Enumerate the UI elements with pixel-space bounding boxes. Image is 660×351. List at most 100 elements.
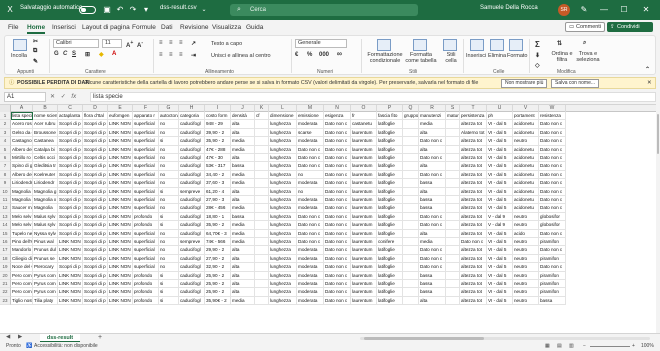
table-cell[interactable]: alta xyxy=(419,187,446,196)
table-cell[interactable] xyxy=(446,263,460,272)
table-cell[interactable]: bassa xyxy=(419,204,446,213)
table-cell[interactable]: lunghezza xyxy=(269,170,297,180)
table-cell[interactable]: profondo xyxy=(133,288,159,297)
table-cell[interactable]: laurentum xyxy=(351,204,377,213)
table-cell[interactable]: laurentum xyxy=(351,145,377,154)
table-cell[interactable]: superficial xyxy=(133,238,159,247)
table-cell[interactable]: Nyssa sylv xyxy=(33,229,58,238)
table-cell[interactable]: Prunus dul xyxy=(33,246,58,255)
delete-cells-icon[interactable] xyxy=(490,39,504,51)
table-cell[interactable] xyxy=(403,145,419,154)
header-cell[interactable]: costo form xyxy=(205,112,231,121)
table-cell[interactable] xyxy=(403,288,419,297)
table-cell[interactable]: altezza tot xyxy=(460,187,487,196)
table-cell[interactable]: no xyxy=(159,154,179,163)
table-cell[interactable]: Alaterno tot xyxy=(460,128,487,138)
table-cell[interactable]: caducifogl xyxy=(179,204,205,213)
table-cell[interactable]: laurentum xyxy=(351,196,377,205)
table-cell[interactable]: moderata xyxy=(297,179,324,188)
table-cell[interactable]: latifoglie xyxy=(377,128,403,138)
table-cell[interactable]: alta xyxy=(419,296,446,306)
table-cell[interactable]: no xyxy=(159,204,179,213)
column-header[interactable]: U xyxy=(487,105,513,112)
table-cell[interactable]: Scopri di p xyxy=(58,187,83,196)
table-cell[interactable]: no xyxy=(297,170,324,180)
infobar-close-icon[interactable]: ✕ xyxy=(647,78,651,88)
table-cell[interactable]: LINK NON xyxy=(58,296,83,306)
table-cell[interactable]: piramifon xyxy=(539,238,566,247)
row-header[interactable]: 5 xyxy=(0,145,11,154)
table-cell[interactable]: profondo xyxy=(133,296,159,306)
ribbon-collapse-icon[interactable]: ⌃ xyxy=(645,66,650,73)
table-cell[interactable]: Dato non c xyxy=(324,254,351,264)
header-cell[interactable]: maturità xyxy=(446,112,460,121)
table-cell[interactable] xyxy=(255,212,269,222)
table-cell[interactable] xyxy=(403,263,419,272)
table-cell[interactable]: altezza tot xyxy=(460,179,487,188)
table-cell[interactable]: latifoglie xyxy=(377,120,403,129)
table-cell[interactable]: Scopri di p xyxy=(58,162,83,171)
table-cell[interactable]: Castanea xyxy=(33,137,58,146)
table-cell[interactable]: latifoglie xyxy=(377,204,403,213)
table-cell[interactable]: Dato non c xyxy=(539,263,566,272)
table-cell[interactable]: Albero dei xyxy=(11,145,33,154)
conditional-format-button[interactable]: Formattazione condizionale xyxy=(366,52,404,64)
table-cell[interactable]: superficial xyxy=(133,154,159,163)
table-cell[interactable] xyxy=(446,137,460,146)
header-cell[interactable]: persistenza xyxy=(460,112,487,121)
paste-label[interactable]: Incolla xyxy=(11,53,27,59)
table-cell[interactable]: LINK NON xyxy=(58,246,83,255)
row-header[interactable]: 7 xyxy=(0,162,11,171)
row-header[interactable]: 3 xyxy=(0,128,11,138)
column-header[interactable]: A xyxy=(11,105,33,112)
table-cell[interactable]: Dato non c xyxy=(324,271,351,280)
bold-icon[interactable]: G xyxy=(54,51,59,57)
table-cell[interactable]: LINK NON xyxy=(108,204,133,213)
user-name[interactable]: Samuele Della Rocca xyxy=(480,5,538,11)
table-cell[interactable] xyxy=(255,179,269,188)
table-cell[interactable]: media xyxy=(231,179,255,188)
table-cell[interactable]: Dato non c xyxy=(297,154,324,163)
table-cell[interactable]: 18,80 - 1 xyxy=(205,212,231,222)
column-header[interactable]: G xyxy=(159,105,179,112)
table-cell[interactable]: media xyxy=(231,204,255,213)
table-cell[interactable]: moderata xyxy=(297,271,324,280)
table-cell[interactable]: alta xyxy=(231,280,255,289)
table-cell[interactable]: Broussone xyxy=(33,128,58,138)
table-cell[interactable]: moderata xyxy=(297,196,324,205)
table-cell[interactable]: laurentum xyxy=(351,179,377,188)
table-cell[interactable]: latifoglie xyxy=(377,288,403,297)
table-cell[interactable]: Dato non c xyxy=(539,187,566,196)
table-cell[interactable]: media xyxy=(231,221,255,230)
fill-color-icon[interactable]: ◆ xyxy=(99,51,104,58)
column-header[interactable]: P xyxy=(377,105,403,112)
header-cell[interactable]: emissione xyxy=(297,112,324,121)
table-cell[interactable]: Dato non c xyxy=(419,137,446,146)
table-cell[interactable] xyxy=(446,187,460,196)
column-header[interactable]: V xyxy=(513,105,539,112)
table-cell[interactable]: sempreve xyxy=(179,238,205,247)
table-cell[interactable]: acidonetu xyxy=(513,128,539,138)
table-cell[interactable]: lunghezza xyxy=(269,179,297,188)
table-cell[interactable]: bassa xyxy=(231,212,255,222)
table-cell[interactable]: no xyxy=(159,196,179,205)
table-cell[interactable]: Scopri di p xyxy=(58,221,83,230)
table-cell[interactable]: Dato non c xyxy=(324,162,351,171)
table-cell[interactable]: no xyxy=(159,229,179,238)
table-cell[interactable] xyxy=(446,162,460,171)
row-header[interactable]: 13 xyxy=(0,212,11,222)
table-cell[interactable]: Dato non c xyxy=(324,137,351,146)
column-header[interactable]: S xyxy=(446,105,460,112)
table-cell[interactable]: profondo xyxy=(133,221,159,230)
align-center-icon[interactable]: ≡ xyxy=(169,52,173,58)
table-cell[interactable]: altezza tot xyxy=(460,162,487,171)
header-cell[interactable]: gruppo xyxy=(403,112,419,121)
table-cell[interactable]: Dato non c xyxy=(324,120,351,129)
column-header[interactable]: B xyxy=(33,105,58,112)
table-cell[interactable]: 29,90 - 2 xyxy=(205,246,231,255)
table-cell[interactable]: Dato non c xyxy=(324,154,351,163)
table-cell[interactable]: si xyxy=(159,221,179,230)
table-cell[interactable]: Magnolia xyxy=(11,187,33,196)
table-cell[interactable]: Scopri di p xyxy=(83,128,108,138)
table-cell[interactable]: VI - dal 5 xyxy=(487,238,513,247)
